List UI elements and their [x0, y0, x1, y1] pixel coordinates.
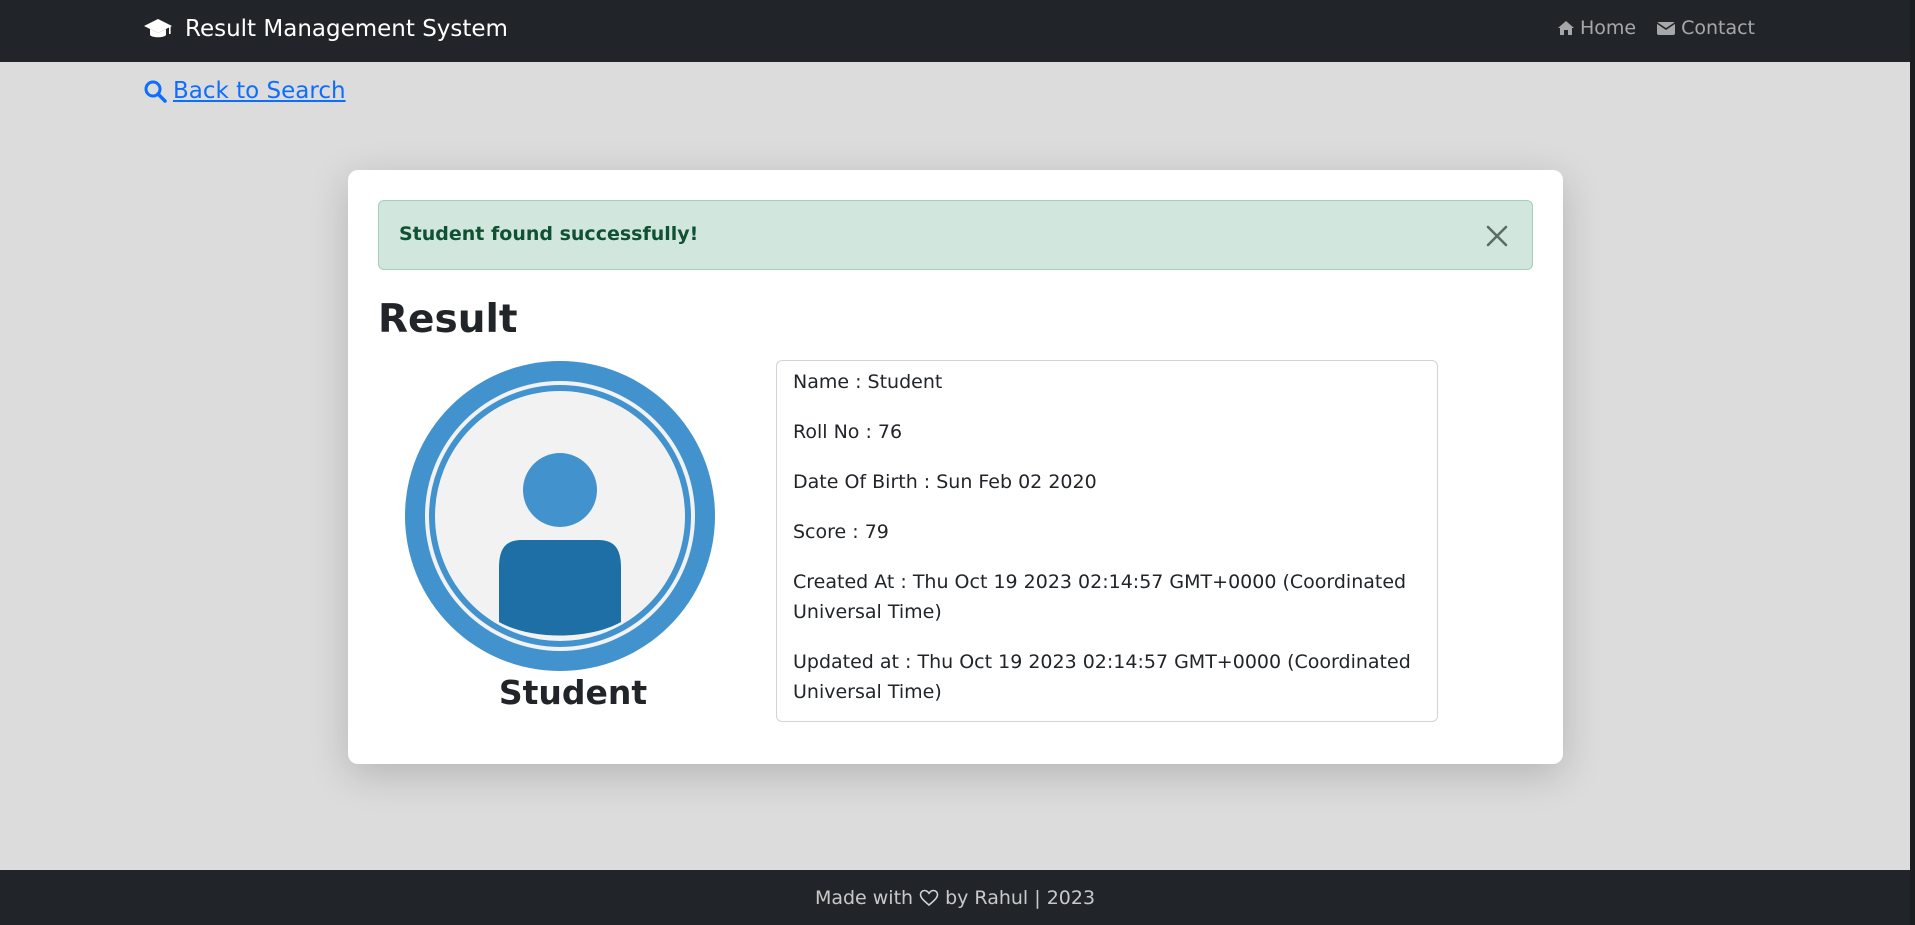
nav-links: Home Contact — [1557, 16, 1755, 40]
footer-suffix: by Rahul | 2023 — [945, 886, 1096, 909]
detail-roll-no: Roll No : 76 — [793, 421, 903, 443]
nav-home-label: Home — [1579, 17, 1637, 39]
detail-date-of-birth: Date Of Birth : Sun Feb 02 2020 — [793, 471, 1097, 493]
page-footer: Made with by Rahul | 2023 — [0, 870, 1910, 925]
alert-message: Student found successfully! — [399, 223, 699, 245]
detail-name: Name : Student — [793, 371, 943, 393]
close-icon[interactable] — [1484, 223, 1510, 249]
graduation-cap-icon — [143, 18, 173, 40]
result-card: Student found successfully! Result Stude… — [348, 170, 1563, 764]
top-navbar: Result Management System Home Contact — [0, 0, 1910, 62]
detail-score: Score : 79 — [793, 521, 889, 543]
navbar-brand[interactable]: Result Management System — [143, 14, 508, 44]
heart-icon — [919, 889, 939, 907]
back-to-search-label: Back to Search — [173, 78, 346, 104]
home-icon — [1557, 20, 1575, 36]
brand-title: Result Management System — [185, 16, 508, 42]
avatar-name: Student — [498, 673, 648, 712]
envelope-icon — [1656, 20, 1676, 36]
window-edge — [1910, 0, 1915, 925]
back-to-search-link[interactable]: Back to Search — [143, 78, 346, 104]
user-avatar-icon — [404, 360, 716, 672]
nav-contact-label: Contact — [1681, 17, 1755, 39]
success-alert: Student found successfully! — [378, 200, 1533, 270]
footer-prefix: Made with — [814, 886, 914, 909]
search-icon — [143, 79, 167, 103]
nav-contact-link[interactable]: Contact — [1656, 16, 1755, 40]
detail-updated-at: Updated at : Thu Oct 19 2023 02:14:57 GM… — [793, 651, 1411, 703]
result-heading: Result — [378, 297, 518, 342]
detail-created-at: Created At : Thu Oct 19 2023 02:14:57 GM… — [793, 571, 1407, 623]
nav-home-link[interactable]: Home — [1557, 16, 1636, 40]
student-details-box: Name : Student Roll No : 76 Date Of Birt… — [776, 360, 1438, 722]
